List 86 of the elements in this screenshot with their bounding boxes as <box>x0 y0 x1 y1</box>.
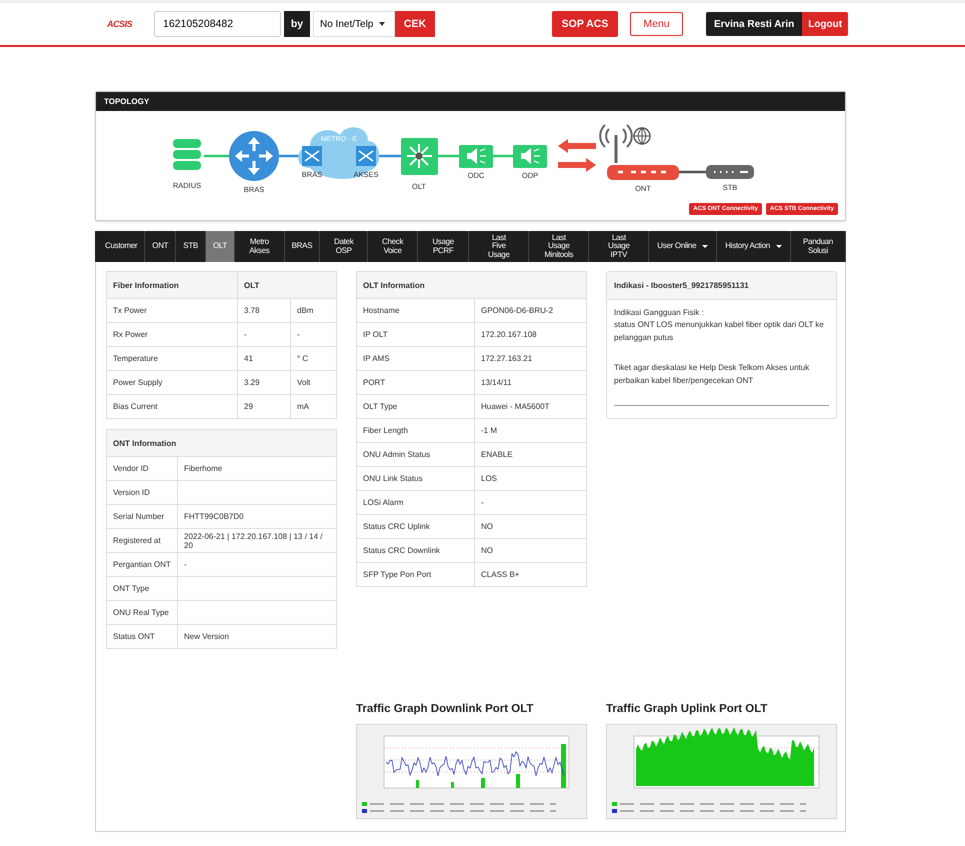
search-type-dropdown[interactable]: No Inet/Telp <box>313 11 395 37</box>
table-cell: SFP Type Pon Port <box>356 562 474 586</box>
logo-text: ACSIS <box>107 19 131 29</box>
table-cell: Hostname <box>356 298 474 322</box>
panel-title: Indikasi - Ibooster5_9921785951131 <box>607 272 836 300</box>
table-cell: - <box>474 490 586 514</box>
table-cell: ONU Real Type <box>106 600 178 624</box>
table-cell: Status CRC Downlink <box>356 538 474 562</box>
table-cell: ENABLE <box>474 442 586 466</box>
user-name: Ervina Resti Arin <box>706 12 802 36</box>
table-cell: Huawei - MA5600T <box>474 394 586 418</box>
sop-button[interactable]: SOP ACS <box>552 11 618 37</box>
table-cell: New Version <box>178 624 336 648</box>
nav-tab[interactable]: User Online <box>649 231 718 262</box>
check-button[interactable]: CEK <box>395 11 435 37</box>
table-cell: - <box>238 322 290 346</box>
nav-tab[interactable]: BRAS <box>284 231 320 262</box>
table-cell: dBm <box>290 298 336 322</box>
nav-tab[interactable]: Last Usage IPTV <box>589 231 650 262</box>
by-label: by <box>284 11 310 37</box>
table-cell: ONU Link Status <box>356 466 474 490</box>
table-header: Fiber Information <box>106 272 238 298</box>
table-cell: Fiberhome <box>178 456 336 480</box>
table-cell: Status ONT <box>106 624 178 648</box>
nav-tab[interactable]: ONT <box>145 231 176 262</box>
table-cell: ° C <box>290 346 336 370</box>
logout-button[interactable]: Logout <box>802 12 848 36</box>
table-cell: LOS <box>474 466 586 490</box>
table-cell: 3.78 <box>238 298 290 322</box>
table-cell: Status CRC Uplink <box>356 514 474 538</box>
table-cell: -1 M <box>474 418 586 442</box>
table-cell: 29 <box>238 394 290 418</box>
table-cell: - <box>290 322 336 346</box>
nav-tab[interactable]: Last Usage Minitools <box>529 231 590 262</box>
table-cell: CLASS B+ <box>474 562 586 586</box>
table-cell: OLT Type <box>356 394 474 418</box>
table-cell: IP OLT <box>356 322 474 346</box>
table-header: OLT <box>238 272 336 298</box>
table-cell: FHTT99C0B7D0 <box>178 504 336 528</box>
graph-title: Traffic Graph Downlink Port OLT <box>356 703 534 715</box>
search-field[interactable]: 162105208482 <box>154 11 281 37</box>
table-cell: Volt <box>290 370 336 394</box>
nav-tab[interactable]: Panduan Solusi <box>790 231 846 262</box>
table-cell: Temperature <box>106 346 238 370</box>
nav-tab[interactable]: Metro Akses <box>235 231 285 262</box>
table-cell: 13/14/11 <box>474 370 586 394</box>
nav-tab[interactable]: Customer <box>98 231 146 262</box>
table-cell: ONU Admin Status <box>356 442 474 466</box>
nav-tab[interactable]: History Action <box>717 231 791 262</box>
table-cell: 3.29 <box>238 370 290 394</box>
table-header: OLT Information <box>356 272 586 298</box>
graph-title: Traffic Graph Uplink Port OLT <box>606 703 768 715</box>
table-cell: Rx Power <box>106 322 238 346</box>
indication-text: Indikasi Gangguan Fisik : <box>614 307 705 319</box>
table-cell: 41 <box>238 346 290 370</box>
table-cell: Power Supply <box>106 370 238 394</box>
table-cell: Pergantian ONT <box>106 552 178 576</box>
nav-tab[interactable]: Datek OSP <box>320 231 368 262</box>
table-cell: Fiber Length <box>356 418 474 442</box>
table-cell: 172.27.163.21 <box>474 346 586 370</box>
table-cell: Serial Number <box>106 504 178 528</box>
nav-tab[interactable]: Usage PCRF <box>418 231 470 262</box>
table-cell: GPON06-D6-BRU-2 <box>474 298 586 322</box>
table-cell: LOSi Alarm <box>356 490 474 514</box>
table-cell: 2022-06-21 | 172.20.167.108 | 13 / 14 / 20 <box>178 528 336 552</box>
table-cell: 172.20.167.108 <box>474 322 586 346</box>
table-cell: Bias Current <box>106 394 238 418</box>
table-cell: ONT Type <box>106 576 178 600</box>
table-cell: PORT <box>356 370 474 394</box>
table-cell: NO <box>474 514 586 538</box>
panel-title: TOPOLOGY <box>96 92 845 111</box>
table-cell: Tx Power <box>106 298 238 322</box>
table-cell: Registered at <box>106 528 178 552</box>
indication-text: Tiket agar dieskalasi ke Help Desk Telkom Akses untuk perbaikan kabel fiber/pengecekan ONT <box>614 362 810 387</box>
table-cell: NO <box>474 538 586 562</box>
table-cell: IP AMS <box>356 346 474 370</box>
nav-tab[interactable]: Last Five Usage <box>469 231 530 262</box>
table-cell: Vendor ID <box>106 456 178 480</box>
table-cell: mA <box>290 394 336 418</box>
indication-text: status ONT LOS menunjukkan kabel fiber optik dari OLT ke pelanggan putus <box>614 319 825 344</box>
table-cell: Version ID <box>106 480 178 504</box>
menu-button[interactable]: Menu <box>630 12 683 36</box>
nav-tab[interactable]: Check Voice <box>368 231 418 262</box>
table-cell: - <box>178 552 336 576</box>
table-header: ONT Information <box>106 430 336 456</box>
nav-tab[interactable]: OLT <box>206 231 236 262</box>
